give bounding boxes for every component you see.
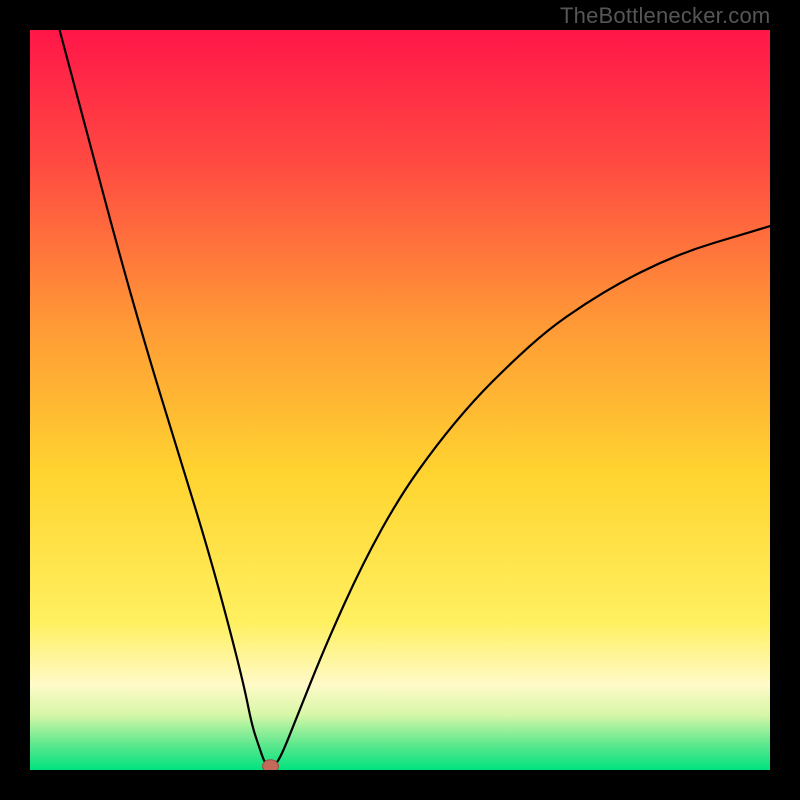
chart-frame: TheBottlenecker.com — [0, 0, 800, 800]
watermark-label: TheBottlenecker.com — [560, 3, 770, 29]
optimal-marker — [263, 760, 279, 770]
chart-svg — [30, 30, 770, 770]
gradient-background — [30, 30, 770, 770]
plot-area — [30, 30, 770, 770]
